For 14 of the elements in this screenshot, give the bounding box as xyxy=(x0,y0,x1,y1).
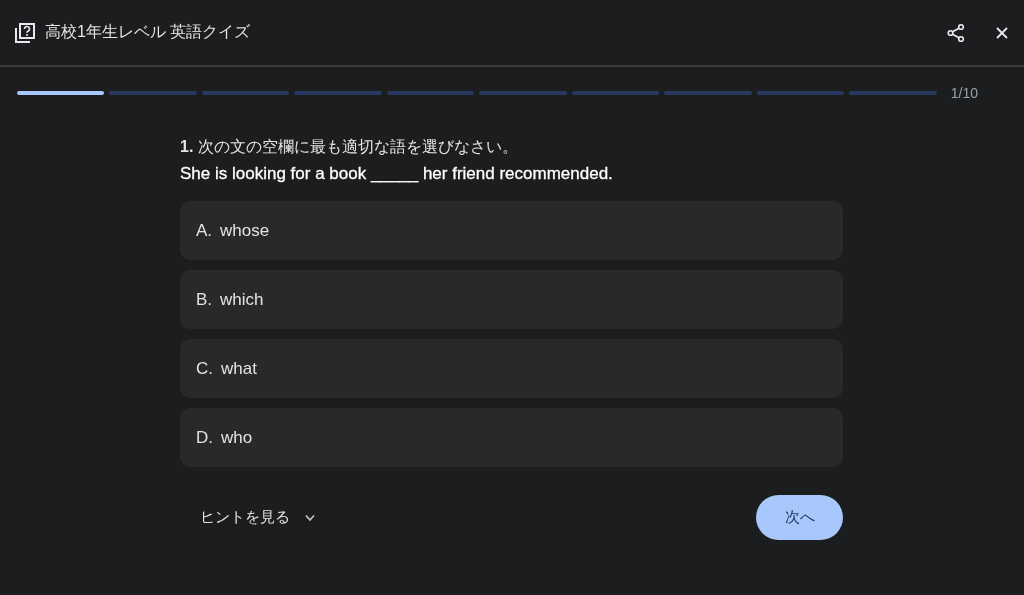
chevron-icon xyxy=(304,513,316,522)
quiz-icon xyxy=(14,21,36,44)
window-title: 高校1年生レベル 英語クイズ xyxy=(45,22,251,42)
share-icon[interactable] xyxy=(946,22,966,43)
answer-option[interactable]: D. who xyxy=(180,408,843,467)
hint-toggle[interactable]: ヒントを見る xyxy=(180,500,336,535)
answer-option[interactable]: A. whose xyxy=(180,201,843,260)
answer-option[interactable]: C. what xyxy=(180,339,843,398)
question-sentence: She is looking for a book _____ her friend recommended. xyxy=(180,163,614,185)
answer-option[interactable]: B. which xyxy=(180,270,843,329)
question-prompt: 1. 次の文の空欄に最も適切な語を選びなさい。 xyxy=(180,137,519,157)
close-icon[interactable] xyxy=(994,24,1010,41)
progress-counter: 1/10 xyxy=(950,85,978,101)
next-button[interactable]: 次へ xyxy=(756,495,843,540)
